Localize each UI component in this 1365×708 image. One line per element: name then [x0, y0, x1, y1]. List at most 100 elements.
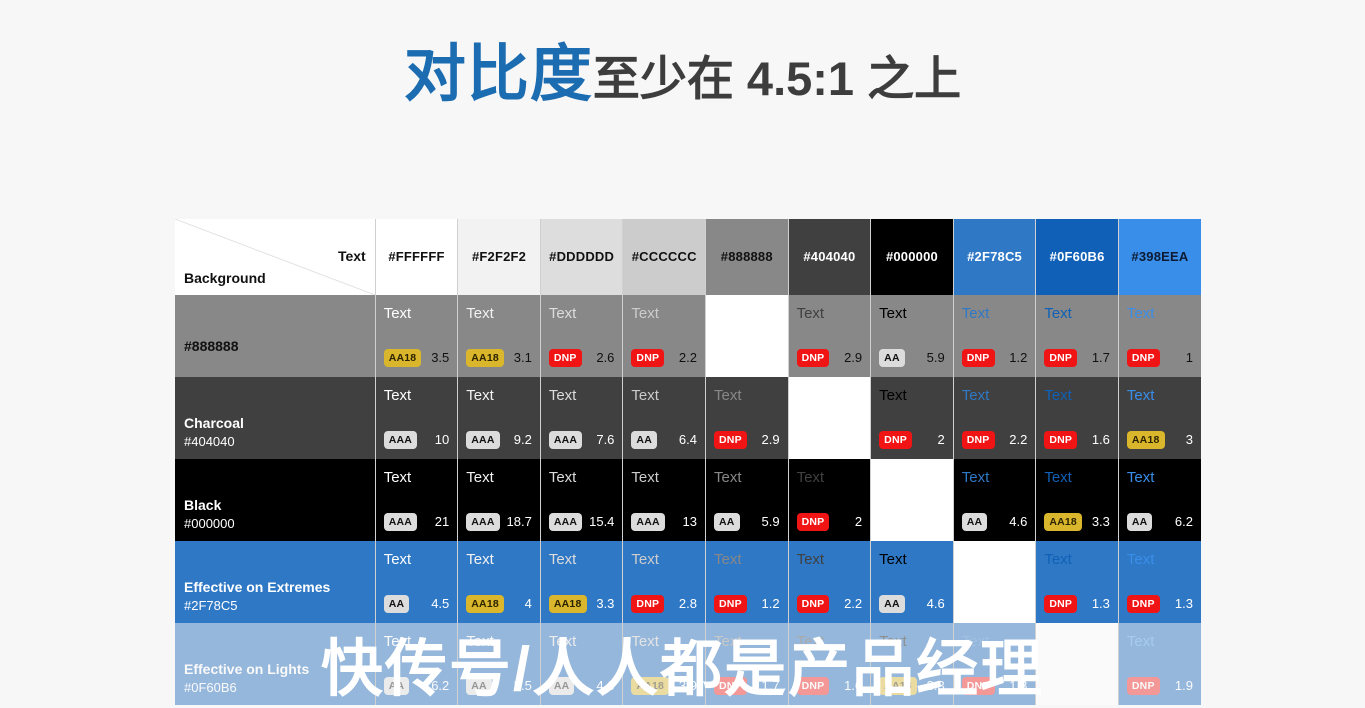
sample-text: Text: [1126, 387, 1155, 404]
grade-badge: AA18: [383, 348, 422, 367]
contrast-ratio: 3.3: [926, 678, 945, 694]
cell-meta: DNP 1.3: [1044, 594, 1110, 613]
contrast-ratio: 1: [1185, 350, 1193, 366]
matrix-cell: Text AA 4.6: [952, 459, 1036, 541]
cell-meta: AA18 3: [1126, 430, 1193, 449]
contrast-ratio: 6.2: [1174, 514, 1193, 530]
sample-text: Text: [714, 387, 742, 404]
contrast-ratio: 1.3: [1009, 678, 1028, 694]
cell-meta: DNP 2.6: [548, 348, 615, 367]
cell-meta: DNP 2.9: [796, 348, 862, 367]
matrix-cell: Text DNP 2: [870, 377, 954, 459]
contrast-ratio: 10: [434, 432, 450, 448]
contrast-ratio: 3.3: [1091, 514, 1110, 530]
sample-text: Text: [548, 551, 577, 568]
cell-meta: DNP 2.8: [631, 594, 697, 613]
contrast-ratio: 15.4: [589, 514, 615, 530]
grade-badge: AAA: [383, 430, 418, 449]
column-header-dddddd: #DDDDDD: [539, 219, 623, 295]
grade-badge: AA18: [631, 676, 670, 695]
matrix-cell: Text AAA 9.2: [457, 377, 541, 459]
grade-badge: DNP: [879, 430, 912, 449]
cell-meta: DNP 1.9: [1126, 676, 1193, 695]
grade-badge: AA: [879, 594, 905, 613]
row-header-0f60b6: Effective on Lights #0F60B6: [175, 623, 376, 705]
sample-text: Text: [548, 305, 577, 322]
contrast-ratio: 4.6: [596, 678, 615, 694]
contrast-ratio: 2.2: [678, 350, 697, 366]
contrast-ratio: 4: [524, 596, 532, 612]
contrast-ratio: 2: [854, 514, 863, 530]
sample-text: Text: [631, 387, 659, 404]
cell-meta: DNP 1.3: [1126, 594, 1193, 613]
matrix-cell-identity: [787, 377, 871, 459]
matrix-cell: Text DNP 2: [787, 459, 871, 541]
grade-badge: AA18: [548, 594, 587, 613]
cell-meta: DNP 1.7: [1044, 348, 1110, 367]
sample-text: Text: [466, 551, 494, 568]
sample-text: Text: [466, 633, 494, 650]
sample-text: Text: [879, 551, 907, 568]
column-header-hex: #0F60B6: [1049, 249, 1105, 264]
sample-text: Text: [879, 305, 907, 322]
contrast-ratio: 1.6: [844, 678, 863, 694]
matrix-cell: Text AA 5.5: [457, 623, 541, 705]
grade-badge: AA: [631, 430, 657, 449]
cell-meta: AAA 13: [631, 512, 697, 531]
matrix-cell: Text AA 4.6: [870, 541, 954, 623]
row-header-name: Effective on Lights: [184, 661, 310, 678]
grade-badge: DNP: [714, 430, 747, 449]
matrix-cell: Text DNP 2.2: [787, 541, 871, 623]
contrast-ratio: 1.6: [1091, 432, 1110, 448]
grade-badge: DNP: [631, 594, 665, 613]
cell-meta: AA18 3.3: [1044, 512, 1110, 531]
sample-text: Text: [383, 469, 412, 486]
cell-meta: AA 6.2: [1126, 512, 1193, 531]
table-row: Effective on Extremes #2F78C5 Text AA 4.5 Tex…: [175, 541, 1201, 623]
grade-badge: DNP: [1126, 594, 1160, 613]
cell-meta: DNP 2.2: [631, 348, 697, 367]
cell-meta: DNP 2.2: [961, 430, 1028, 449]
column-header-398eea: #398EEA: [1117, 219, 1201, 295]
contrast-ratio: 21: [434, 514, 450, 530]
grade-badge: AA18: [466, 348, 504, 367]
sample-text: Text: [1044, 387, 1072, 404]
row-header-hex: #888888: [184, 337, 239, 354]
matrix-cell: Text DNP 1.3: [952, 623, 1036, 705]
grade-badge: DNP: [1044, 594, 1078, 613]
contrast-ratio: 2.2: [1009, 432, 1028, 448]
contrast-ratio: 1.3: [1174, 596, 1193, 612]
sample-text: Text: [466, 469, 494, 486]
grade-badge: DNP: [1126, 676, 1160, 695]
sample-text: Text: [631, 305, 659, 322]
column-header-2f78c5: #2F78C5: [952, 219, 1036, 295]
column-header-000000: #000000: [870, 219, 954, 295]
grade-badge: AA: [383, 594, 410, 613]
sample-text: Text: [714, 551, 742, 568]
matrix-cell: Text AA18 4: [457, 541, 541, 623]
grade-badge: AAA: [548, 430, 583, 449]
grade-badge: DNP: [548, 348, 582, 367]
sample-text: Text: [466, 305, 494, 322]
contrast-ratio: 1.7: [761, 678, 780, 694]
grade-badge: AA18: [1044, 512, 1082, 531]
row-header-2f78c5: Effective on Extremes #2F78C5: [175, 541, 376, 623]
grade-badge: AA18: [879, 676, 917, 695]
grade-badge: DNP: [961, 676, 995, 695]
matrix-cell: Text DNP 2.8: [622, 541, 706, 623]
grade-badge: AA: [961, 512, 988, 531]
grade-badge: DNP: [1126, 348, 1160, 367]
cell-meta: AA 6.2: [383, 676, 449, 695]
column-header-hex: #FFFFFF: [388, 249, 445, 264]
grade-badge: AA: [466, 676, 492, 695]
contrast-ratio: 3: [1185, 432, 1193, 448]
sample-text: Text: [1044, 551, 1072, 568]
grade-badge: AAA: [466, 430, 500, 449]
sample-text: Text: [548, 387, 577, 404]
contrast-ratio: 2.6: [596, 350, 615, 366]
cell-meta: AAA 18.7: [466, 512, 532, 531]
sample-text: Text: [1044, 305, 1072, 322]
table-row: #888888 Text AA18 3.5 Text AA18 3.1 Text DNP 2.6 T…: [175, 295, 1201, 377]
contrast-ratio: 5.9: [761, 514, 780, 530]
cell-meta: AA 4.6: [961, 512, 1027, 531]
